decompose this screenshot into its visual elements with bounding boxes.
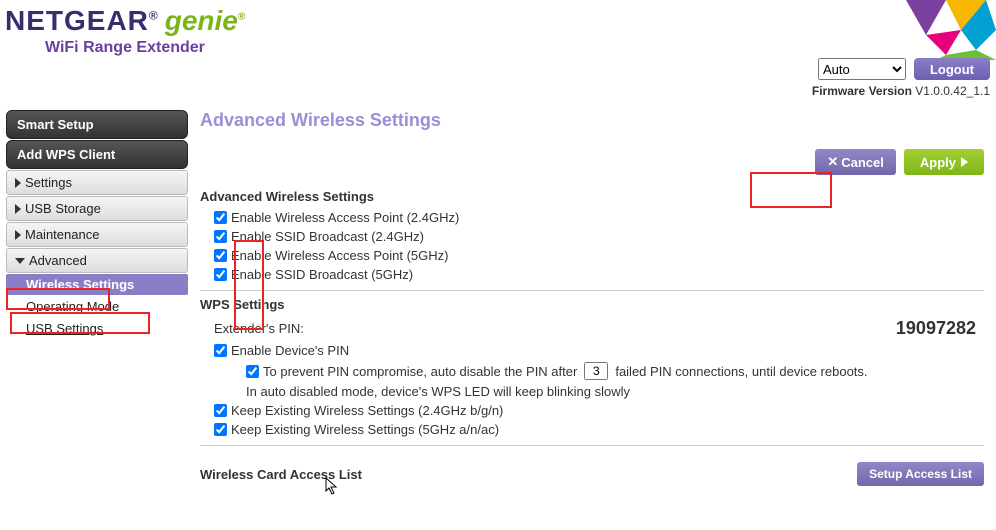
action-bar: ✕Cancel Apply — [200, 149, 984, 175]
play-icon — [961, 157, 968, 167]
aws-option-label: Enable SSID Broadcast (2.4GHz) — [231, 229, 424, 244]
enable-ap-24-checkbox[interactable] — [214, 211, 227, 224]
prevent-suffix: failed PIN connections, until device reb… — [615, 364, 867, 379]
main-layout: Smart Setup Add WPS Client Settings USB … — [0, 110, 996, 486]
sidebar-usb-storage[interactable]: USB Storage — [6, 196, 188, 221]
close-icon: ✕ — [827, 154, 838, 170]
logout-button[interactable]: Logout — [914, 58, 990, 80]
sidebar-sub-wireless-settings[interactable]: Wireless Settings — [6, 274, 188, 295]
cancel-button[interactable]: ✕Cancel — [815, 149, 896, 175]
keep-24-checkbox[interactable] — [214, 404, 227, 417]
keep24-row: Keep Existing Wireless Settings (2.4GHz … — [200, 401, 984, 420]
firmware-version: Firmware Version V1.0.0.42_1.1 — [812, 84, 990, 98]
keep5-row: Keep Existing Wireless Settings (5GHz a/… — [200, 420, 984, 439]
divider — [200, 445, 984, 446]
chevron-right-icon — [15, 204, 21, 214]
header: NETGEAR® genie® WiFi Range Extender Auto… — [0, 0, 996, 100]
chevron-down-icon — [15, 258, 25, 264]
aws-option-label: Enable Wireless Access Point (5GHz) — [231, 248, 448, 263]
prevent-prefix: To prevent PIN compromise, auto disable … — [263, 364, 577, 379]
chevron-right-icon — [15, 178, 21, 188]
sidebar-smart-setup[interactable]: Smart Setup — [6, 110, 188, 139]
prevent-pin-checkbox[interactable] — [246, 365, 259, 378]
wps-heading: WPS Settings — [200, 297, 984, 312]
chevron-right-icon — [15, 230, 21, 240]
aws-option-row: Enable Wireless Access Point (2.4GHz) — [200, 208, 984, 227]
pin-label: Extender's PIN: — [214, 321, 304, 336]
prevent-pin-row: To prevent PIN compromise, auto disable … — [200, 360, 984, 382]
sidebar-advanced[interactable]: Advanced — [6, 248, 188, 273]
keep5-label: Keep Existing Wireless Settings (5GHz a/… — [231, 422, 499, 437]
brand-text: NETGEAR® — [5, 5, 159, 37]
auto-disabled-note: In auto disabled mode, device's WPS LED … — [200, 384, 984, 399]
aws-option-row: Enable SSID Broadcast (5GHz) — [200, 265, 984, 284]
product-subtitle: WiFi Range Extender — [45, 39, 996, 57]
logo: NETGEAR® genie® — [0, 0, 996, 37]
aws-option-label: Enable SSID Broadcast (5GHz) — [231, 267, 413, 282]
pin-value: 19097282 — [896, 318, 976, 339]
decorative-graphic — [866, 0, 996, 60]
sidebar-maintenance[interactable]: Maintenance — [6, 222, 188, 247]
sidebar-sub-operating-mode[interactable]: Operating Mode — [6, 296, 188, 317]
enable-ssid-5-checkbox[interactable] — [214, 268, 227, 281]
pin-row: Extender's PIN: 19097282 — [200, 316, 984, 341]
sidebar-add-wps[interactable]: Add WPS Client — [6, 140, 188, 169]
setup-access-list-button[interactable]: Setup Access List — [857, 462, 984, 486]
genie-text: genie® — [165, 5, 246, 37]
aws-option-label: Enable Wireless Access Point (2.4GHz) — [231, 210, 459, 225]
sidebar-settings[interactable]: Settings — [6, 170, 188, 195]
sidebar-sub-usb-settings[interactable]: USB Settings — [6, 318, 188, 339]
header-controls: Auto Logout — [818, 58, 990, 80]
access-heading: Wireless Card Access List — [200, 467, 362, 482]
enable-pin-checkbox[interactable] — [214, 344, 227, 357]
keep24-label: Keep Existing Wireless Settings (2.4GHz … — [231, 403, 503, 418]
content: Advanced Wireless Settings ✕Cancel Apply… — [188, 110, 996, 486]
aws-heading: Advanced Wireless Settings — [200, 189, 984, 204]
pin-fail-count-input[interactable] — [584, 362, 608, 380]
aws-option-row: Enable SSID Broadcast (2.4GHz) — [200, 227, 984, 246]
sidebar: Smart Setup Add WPS Client Settings USB … — [0, 110, 188, 486]
divider — [200, 290, 984, 291]
language-select[interactable]: Auto — [818, 58, 906, 80]
enable-pin-label: Enable Device's PIN — [231, 343, 349, 358]
enable-ap-5-checkbox[interactable] — [214, 249, 227, 262]
aws-option-row: Enable Wireless Access Point (5GHz) — [200, 246, 984, 265]
apply-button[interactable]: Apply — [904, 149, 984, 175]
keep-5-checkbox[interactable] — [214, 423, 227, 436]
page-title: Advanced Wireless Settings — [200, 110, 984, 131]
access-list-row: Wireless Card Access List Setup Access L… — [200, 462, 984, 486]
enable-pin-row: Enable Device's PIN — [200, 341, 984, 360]
enable-ssid-24-checkbox[interactable] — [214, 230, 227, 243]
